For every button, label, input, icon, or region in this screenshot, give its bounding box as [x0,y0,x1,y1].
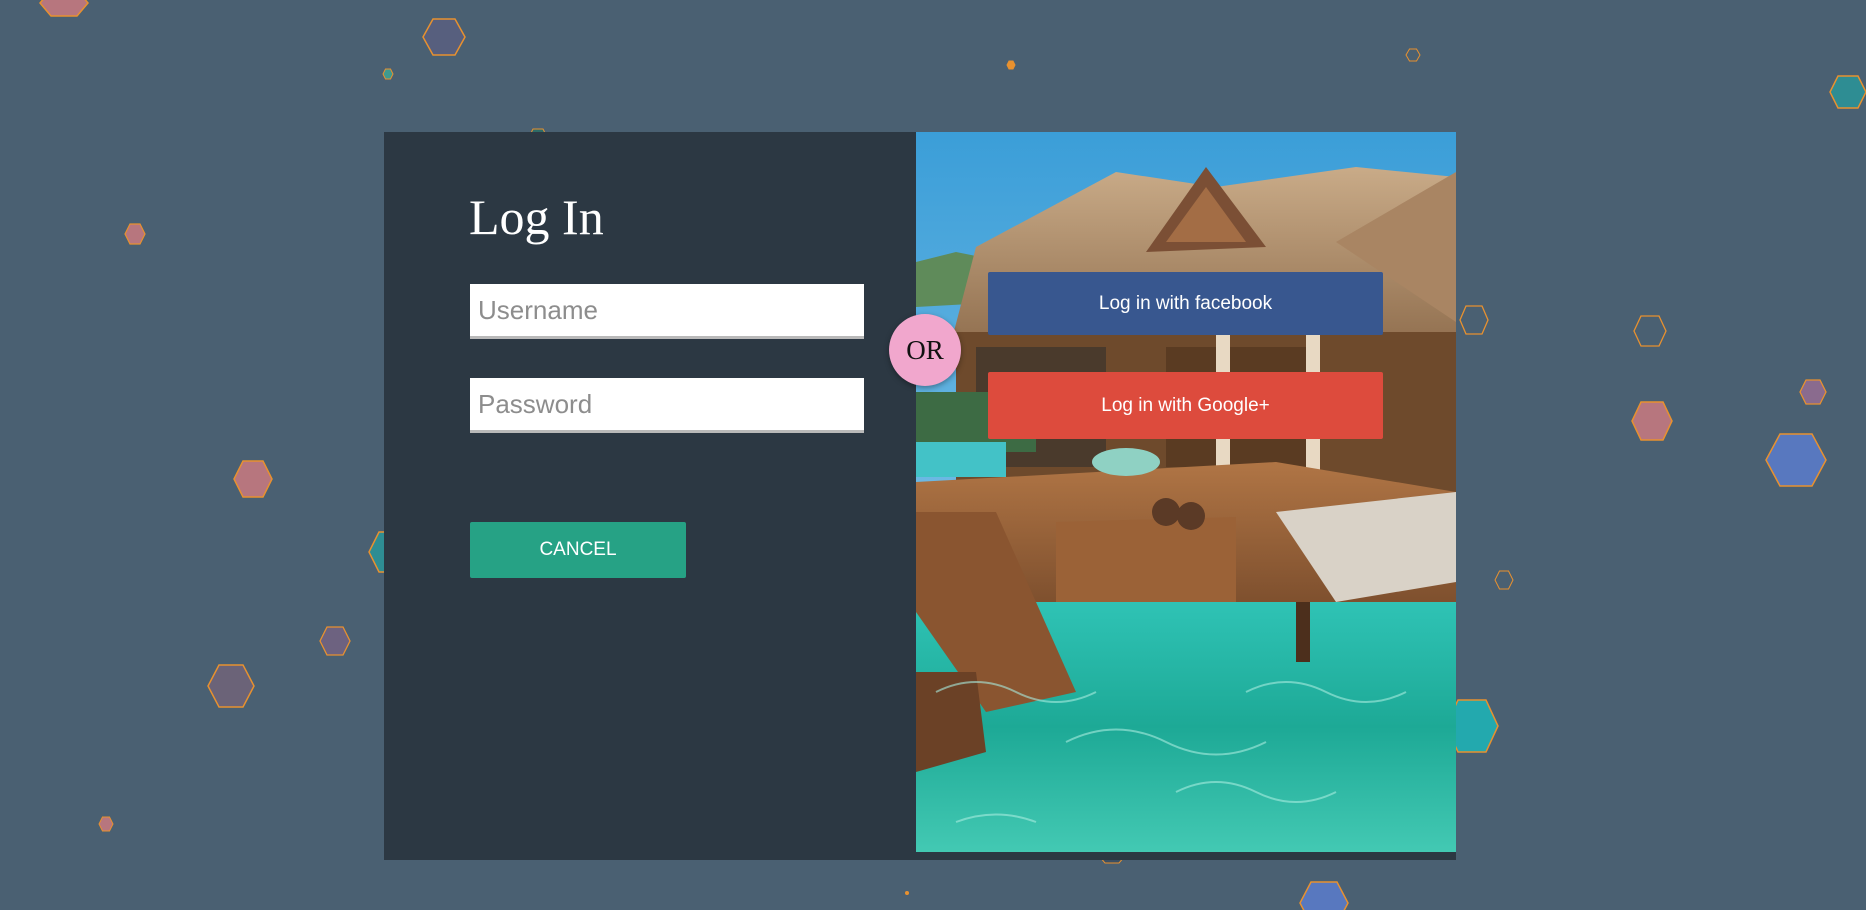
hexagon-decoration [1631,401,1673,441]
hexagon-decoration [1006,60,1016,70]
hexagon-decoration [382,68,394,80]
hexagon-decoration [1799,379,1827,405]
hexagon-decoration [319,626,351,656]
username-input[interactable] [470,284,864,339]
hexagon-decoration [39,0,89,17]
hexagon-decoration [1829,75,1866,109]
hexagon-decoration [905,891,909,895]
resort-photo [916,132,1456,852]
facebook-login-button[interactable]: Log in with facebook [988,272,1383,335]
login-card: Log In CANCEL [384,132,1456,860]
login-panel: Log In CANCEL [384,132,916,860]
password-input[interactable] [470,378,864,433]
or-divider-badge: OR [889,314,961,386]
hexagon-decoration [1405,48,1421,62]
hexagon-decoration [207,664,255,708]
hexagon-decoration [1459,305,1489,335]
cancel-button[interactable]: CANCEL [470,522,686,578]
login-title: Log In [469,189,604,245]
google-login-button[interactable]: Log in with Google+ [988,372,1383,439]
hexagon-decoration [422,18,466,56]
hexagon-decoration [1494,570,1514,590]
hexagon-decoration [1633,315,1667,347]
resort-illustration [916,132,1456,852]
login-page: Log In CANCEL [0,0,1866,910]
hexagon-decoration [233,460,273,498]
hexagon-decoration [98,816,114,832]
hexagon-decoration [1765,433,1827,487]
hexagon-decoration [124,223,146,245]
hexagon-decoration [1299,881,1349,910]
